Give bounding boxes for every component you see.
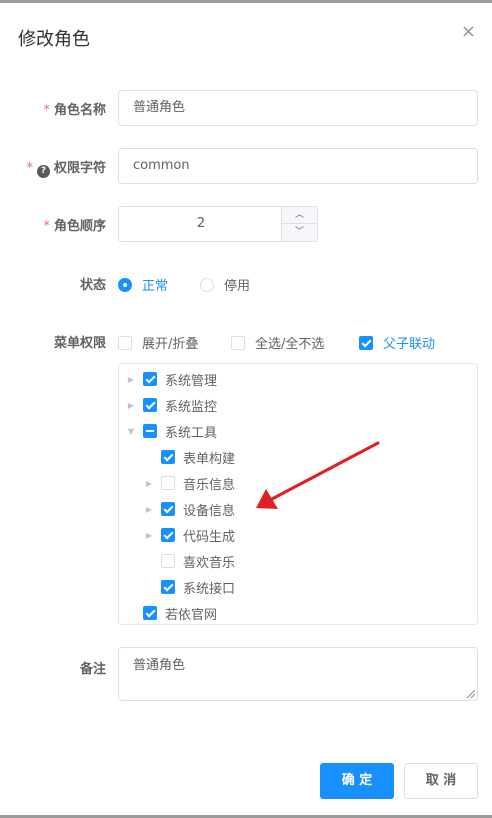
caret-right-icon[interactable]: ▶ <box>143 479 155 488</box>
tree-node-music-info[interactable]: ▶ 音乐信息 <box>143 470 235 496</box>
caret-right-icon[interactable]: ▶ <box>143 531 155 540</box>
select-all-checkbox[interactable]: 全选/全不选 <box>231 333 324 352</box>
role-name-input[interactable]: 普通角色 <box>118 90 478 126</box>
checkbox-unchecked-icon[interactable] <box>231 335 245 350</box>
remark-text: 普通角色 <box>133 658 186 673</box>
checkbox-indeterminate-icon[interactable] <box>143 424 157 438</box>
tree-node-system-management[interactable]: ▶ 系统管理 <box>125 366 217 392</box>
tree-node-system-tools[interactable]: ▼ 系统工具 <box>125 418 217 444</box>
required-mark: * <box>26 161 33 176</box>
checkbox-checked-icon[interactable] <box>143 372 157 386</box>
status-label: 状态 <box>79 278 106 293</box>
checkbox-unchecked-icon[interactable] <box>118 335 132 350</box>
role-key-input[interactable]: common <box>118 148 478 184</box>
required-mark: * <box>43 103 50 118</box>
caret-right-icon[interactable]: ▶ <box>125 375 137 384</box>
checkbox-checked-icon[interactable] <box>161 502 175 516</box>
checkbox-checked-icon[interactable] <box>161 450 175 464</box>
tree-node-favorite-music[interactable]: 喜欢音乐 <box>143 548 235 574</box>
expand-collapse-checkbox[interactable]: 展开/折叠 <box>118 333 198 352</box>
question-icon[interactable]: ? <box>36 165 50 178</box>
remark-label: 备注 <box>79 662 106 677</box>
status-radio-disabled[interactable]: 停用 <box>200 275 250 294</box>
tree-node-code-generation[interactable]: ▶ 代码生成 <box>143 522 235 548</box>
decrease-icon[interactable]: ﹀ <box>281 224 317 241</box>
tree-node-form-builder[interactable]: 表单构建 <box>143 444 235 470</box>
radio-unchecked-icon[interactable] <box>200 277 214 292</box>
cancel-button[interactable]: 取 消 <box>404 763 478 799</box>
confirm-button[interactable]: 确 定 <box>320 763 394 799</box>
parent-child-link-checkbox[interactable]: 父子联动 <box>359 333 435 352</box>
checkbox-checked-icon[interactable] <box>143 398 157 412</box>
resize-handle-icon[interactable] <box>467 690 475 698</box>
caret-right-icon[interactable]: ▶ <box>143 505 155 514</box>
role-name-label: * 角色名称 <box>43 103 106 118</box>
role-key-label: *? 权限字符 <box>26 161 106 178</box>
tree-node-system-monitor[interactable]: ▶ 系统监控 <box>125 392 217 418</box>
edit-role-dialog: 修改角色 × * 角色名称 普通角色 *? 权限字符 common * 角色顺序 2 … <box>0 0 492 818</box>
required-mark: * <box>43 219 50 234</box>
checkbox-checked-icon[interactable] <box>143 606 157 620</box>
checkbox-unchecked-icon[interactable] <box>161 554 175 568</box>
caret-right-icon[interactable]: ▶ <box>125 401 137 410</box>
remark-textarea[interactable]: 普通角色 <box>118 647 478 701</box>
checkbox-checked-icon[interactable] <box>359 335 373 350</box>
status-radio-normal[interactable]: 正常 <box>118 275 168 294</box>
role-sort-stepper[interactable]: 2 ︿ ﹀ <box>118 206 318 242</box>
checkbox-checked-icon[interactable] <box>161 528 175 542</box>
tree-node-ruoyi-site[interactable]: 若依官网 <box>125 600 217 626</box>
checkbox-checked-icon[interactable] <box>161 580 175 594</box>
increase-icon[interactable]: ︿ <box>281 207 317 224</box>
close-icon[interactable]: × <box>461 23 476 41</box>
checkbox-unchecked-icon[interactable] <box>161 476 175 490</box>
caret-down-icon[interactable]: ▼ <box>125 427 137 436</box>
dialog-title: 修改角色 <box>18 29 90 50</box>
menu-tree[interactable]: ▶ 系统管理 ▶ 系统监控 ▼ 系统工具 表单构建 ▶ 音乐信息 ▶ 设备信息 <box>118 363 478 625</box>
role-sort-label: * 角色顺序 <box>43 219 106 234</box>
role-sort-value[interactable]: 2 <box>119 207 283 241</box>
tree-node-device-info[interactable]: ▶ 设备信息 <box>143 496 235 522</box>
menu-permission-label: 菜单权限 <box>53 336 106 351</box>
tree-node-system-api[interactable]: 系统接口 <box>143 574 235 600</box>
radio-checked-icon[interactable] <box>118 277 132 292</box>
